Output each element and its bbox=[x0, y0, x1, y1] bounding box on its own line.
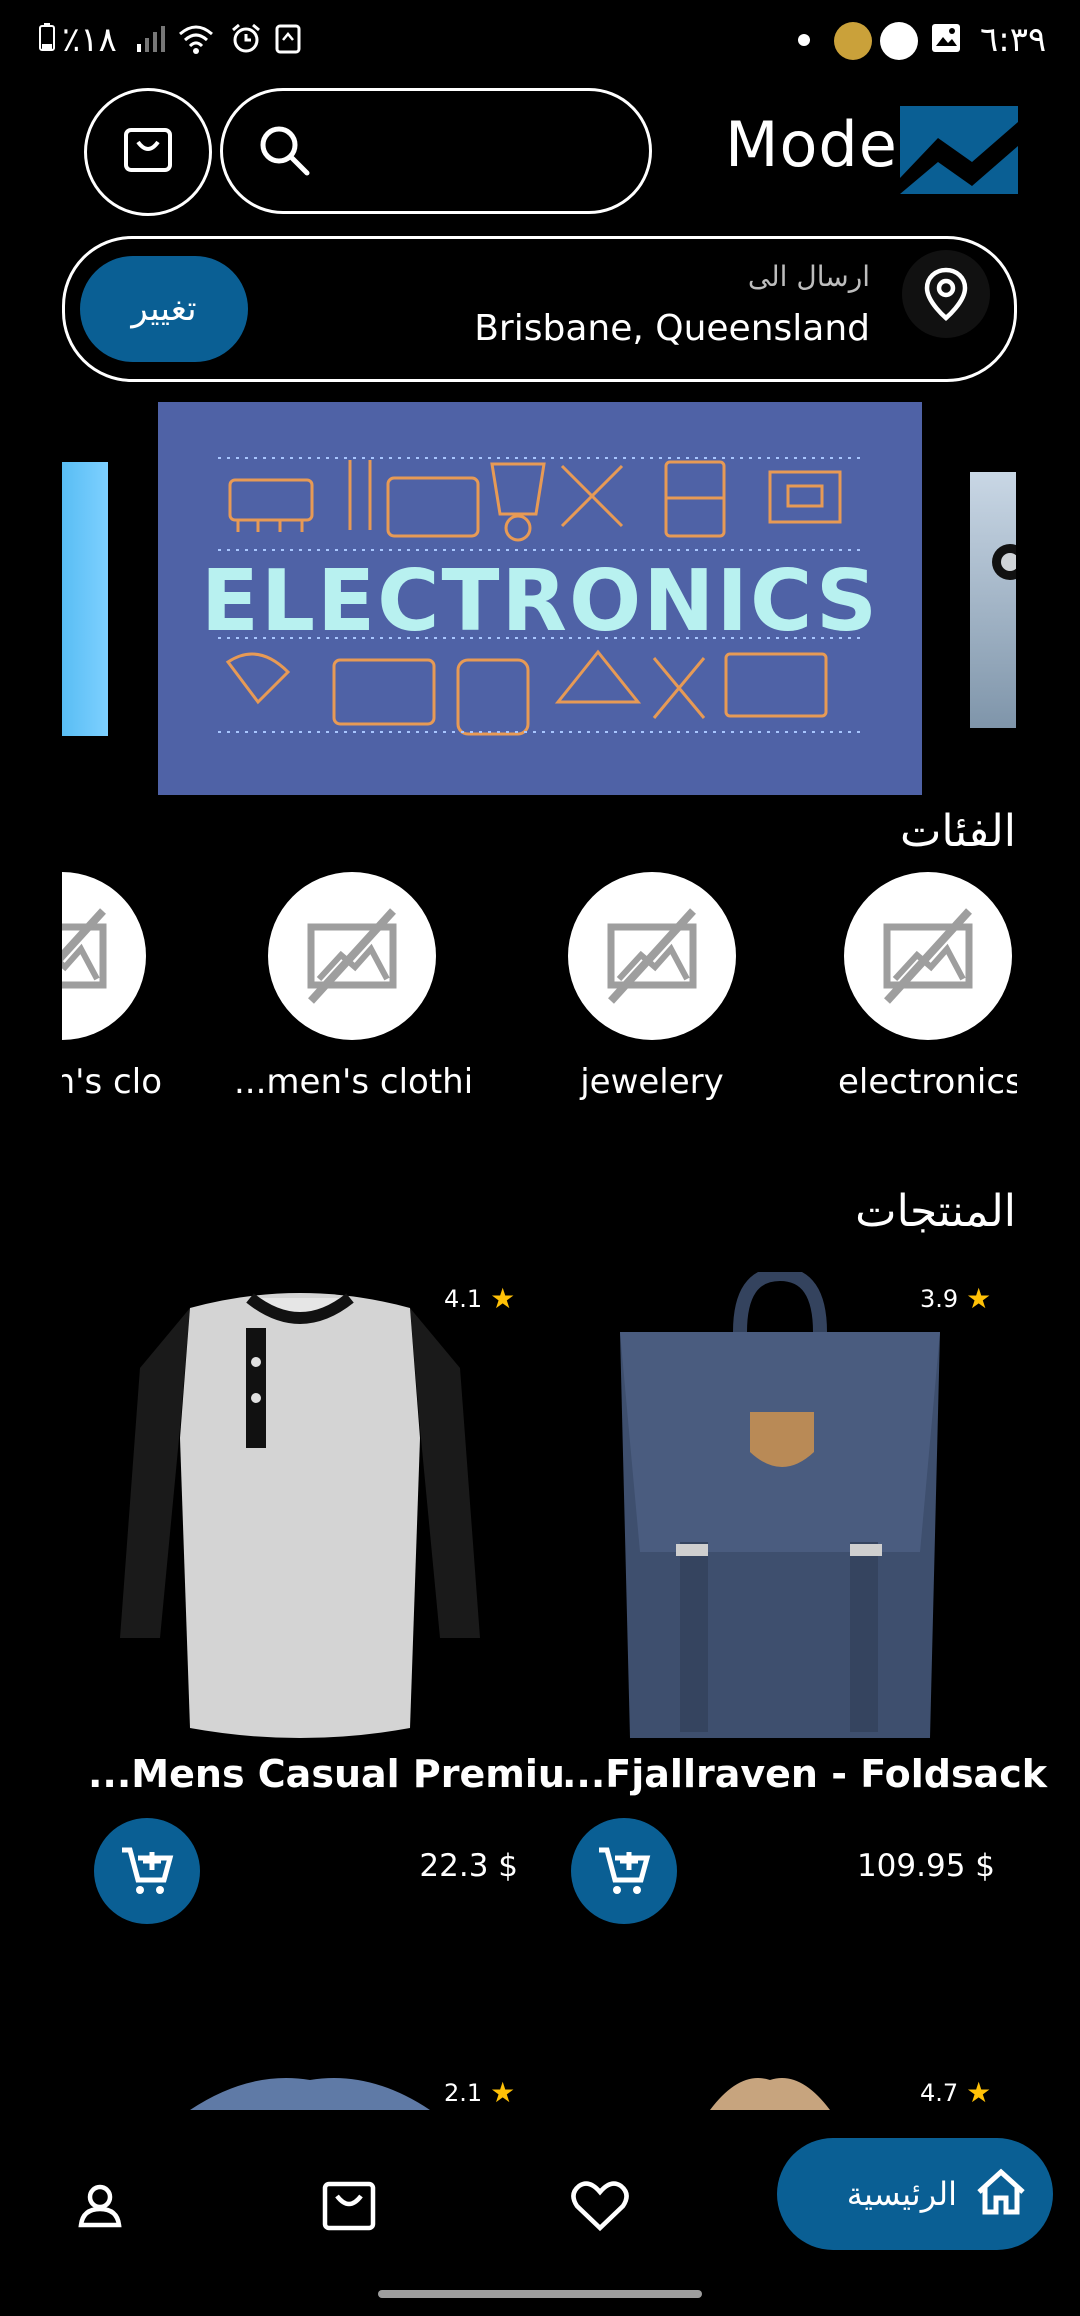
owl-app-icon bbox=[880, 22, 918, 60]
image-placeholder-icon bbox=[844, 872, 1012, 1040]
product-rating: 2.1 ★ bbox=[444, 2076, 515, 2109]
category-item[interactable]: en's clo bbox=[62, 872, 162, 1102]
add-to-cart-button[interactable] bbox=[571, 1818, 677, 1924]
add-to-cart-icon bbox=[122, 1847, 174, 1894]
battery-level: ٪١٨ bbox=[62, 20, 117, 60]
product-title[interactable]: ...Mens Casual Premiu bbox=[88, 1752, 565, 1796]
search-icon bbox=[255, 121, 313, 183]
category-label: jewelery bbox=[580, 1062, 724, 1102]
home-label: الرئيسية bbox=[846, 2175, 957, 2213]
location-pin-icon[interactable] bbox=[902, 250, 990, 338]
product-price: 109.95 $ bbox=[856, 1848, 995, 1884]
add-to-cart-icon bbox=[599, 1847, 651, 1894]
shopping-bag-icon bbox=[120, 122, 176, 182]
image-placeholder-icon bbox=[268, 872, 436, 1040]
products-title: المنتجات bbox=[855, 1186, 1016, 1237]
product-image-partial[interactable] bbox=[190, 2070, 430, 2110]
notification-dot-icon bbox=[798, 34, 810, 46]
categories-list: electronics jewelery ...men's clothi en'… bbox=[62, 872, 1017, 1112]
banner-title: ELECTRONICS bbox=[200, 552, 880, 651]
search-bar[interactable] bbox=[220, 88, 652, 214]
image-placeholder-icon bbox=[62, 872, 146, 1040]
star-icon: ★ bbox=[490, 2076, 516, 2109]
category-label: ...men's clothi bbox=[234, 1062, 470, 1102]
cart-button[interactable] bbox=[84, 88, 212, 216]
rating-value: 4.7 bbox=[920, 2078, 959, 2107]
product-image-partial[interactable] bbox=[700, 2070, 840, 2110]
category-item[interactable]: electronics bbox=[838, 872, 1017, 1102]
wifi-icon bbox=[178, 22, 213, 56]
category-item[interactable]: ...men's clothi bbox=[234, 872, 470, 1102]
change-location-button[interactable]: تغيير bbox=[80, 256, 248, 362]
recycle-icon bbox=[274, 22, 308, 56]
category-label: electronics bbox=[838, 1062, 1017, 1102]
product-rating: 4.7 ★ bbox=[920, 2076, 991, 2109]
product-rating: 3.9 ★ bbox=[920, 1282, 991, 1315]
rating-value: 4.1 bbox=[444, 1284, 483, 1313]
promo-banner[interactable]: ELECTRONICS bbox=[158, 402, 922, 795]
product-image-shirt[interactable] bbox=[120, 1278, 480, 1744]
product-rating: 4.1 ★ bbox=[444, 1282, 515, 1315]
brand-logo-icon bbox=[900, 106, 1018, 194]
home-icon bbox=[975, 2166, 1027, 2222]
carousel-next-slide[interactable] bbox=[970, 472, 1028, 728]
delivery-address: Brisbane, Queensland bbox=[474, 308, 870, 349]
send-to-label: ارسال الى bbox=[747, 260, 870, 293]
gallery-icon bbox=[930, 22, 964, 56]
favorites-nav-icon[interactable] bbox=[570, 2176, 630, 2236]
home-nav-button[interactable]: الرئيسية bbox=[777, 2138, 1053, 2250]
product-price: 22.3 $ bbox=[419, 1848, 518, 1884]
star-icon: ★ bbox=[966, 2076, 992, 2109]
category-item[interactable]: jewelery bbox=[562, 872, 742, 1102]
search-input[interactable] bbox=[323, 119, 627, 185]
signal-icon bbox=[135, 22, 169, 56]
product-image-backpack[interactable] bbox=[610, 1266, 950, 1744]
categories-title: الفئات bbox=[900, 806, 1016, 857]
status-bar: ٪١٨ ٦:٣٩ bbox=[0, 0, 1080, 80]
star-icon: ★ bbox=[966, 1282, 992, 1315]
rating-value: 2.1 bbox=[444, 2078, 483, 2107]
gesture-bar[interactable] bbox=[378, 2290, 702, 2298]
category-label: en's clo bbox=[62, 1062, 162, 1102]
star-icon: ★ bbox=[490, 1282, 516, 1315]
product-title[interactable]: ...Fjallraven - Foldsack bbox=[562, 1752, 1047, 1796]
add-to-cart-button[interactable] bbox=[94, 1818, 200, 1924]
image-placeholder-icon bbox=[568, 872, 736, 1040]
alarm-icon bbox=[230, 22, 264, 56]
cart-nav-icon[interactable] bbox=[319, 2176, 379, 2236]
carousel-prev-slide[interactable] bbox=[62, 462, 108, 736]
app-notification-icon bbox=[834, 22, 872, 60]
clock: ٦:٣٩ bbox=[980, 20, 1047, 60]
rating-value: 3.9 bbox=[920, 1284, 959, 1313]
profile-nav-icon[interactable] bbox=[70, 2176, 130, 2236]
